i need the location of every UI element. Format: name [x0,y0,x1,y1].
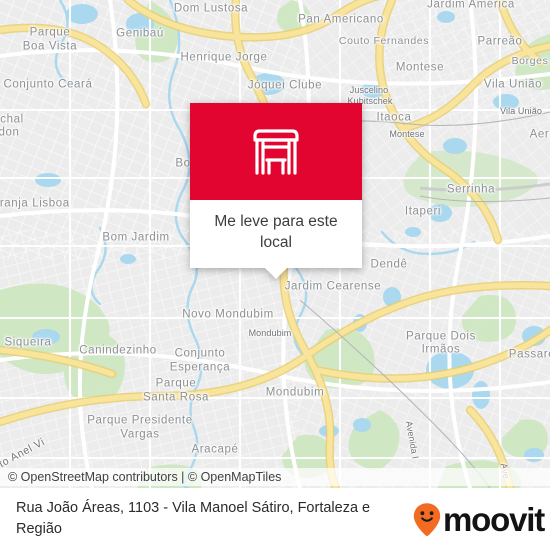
footer-bar: Rua João Áreas, 1103 - Vila Manoel Sátir… [0,488,550,550]
popup-label: Me leve para este local [214,213,338,252]
moovit-map-screen: Dom Lustosa Pan Americano Jardim América Ge… [0,0,550,550]
popup-tail-pointer [265,267,287,279]
location-address: Rua João Áreas, 1103 - Vila Manoel Sátir… [16,499,371,537]
popup-body: Me leve para este local [190,200,362,268]
map-viewport[interactable]: Dom Lustosa Pan Americano Jardim América Ge… [0,0,550,488]
moovit-pin-icon [413,503,441,536]
popup-header [190,103,362,200]
map-attribution[interactable]: © OpenStreetMap contributors | © OpenMap… [0,468,550,486]
bus-shelter-icon [253,128,299,175]
moovit-logo[interactable]: moovit [412,500,545,538]
map-callout-popup[interactable]: Me leve para este local [190,103,362,279]
moovit-wordmark: moovit [443,500,545,538]
